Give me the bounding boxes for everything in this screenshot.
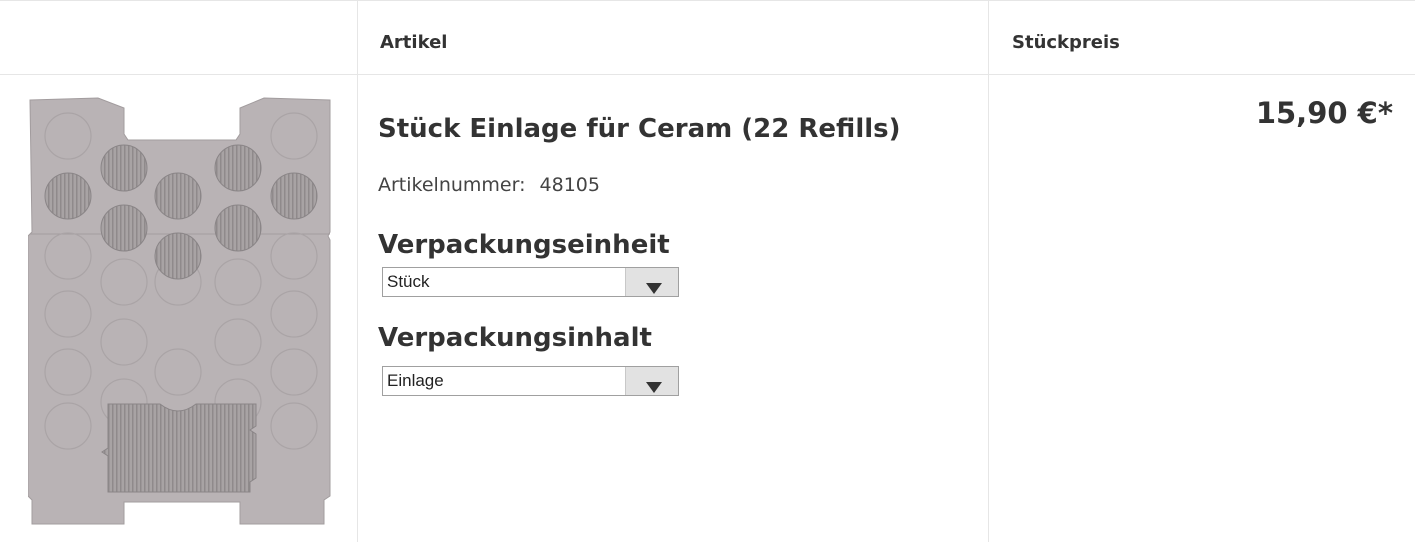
chevron-down-icon: [646, 382, 662, 393]
product-title[interactable]: Stück Einlage für Ceram (22 Refills): [378, 114, 901, 144]
column-divider-1: [357, 0, 358, 542]
header-divider: [0, 74, 1415, 75]
table-top-border: [0, 0, 1415, 1]
column-header-article: Artikel: [380, 32, 448, 53]
packaging-unit-selected-value: Stück: [387, 272, 430, 291]
unit-price: 15,90 €*: [1255, 96, 1393, 130]
chevron-down-icon: [646, 283, 662, 294]
packaging-content-selected-value: Einlage: [387, 371, 444, 390]
packaging-unit-dropdown-button[interactable]: [625, 268, 678, 296]
packaging-unit-label: Verpackungseinheit: [378, 230, 670, 260]
packaging-content-select[interactable]: Einlage: [382, 366, 679, 396]
column-header-unit-price: Stückpreis: [1012, 32, 1120, 53]
column-divider-2: [988, 0, 989, 542]
packaging-content-dropdown-button[interactable]: [625, 367, 678, 395]
packaging-content-label: Verpackungsinhalt: [378, 323, 652, 353]
article-number-label: Artikelnummer:: [378, 174, 526, 196]
product-table: Artikel Stückpreis Stück Einlage für Cer…: [0, 0, 1415, 542]
packaging-unit-select[interactable]: Stück: [382, 267, 679, 297]
product-image[interactable]: [27, 96, 336, 526]
article-number-value: 48105: [539, 174, 600, 196]
refill-insert-tray-image: [27, 97, 331, 525]
article-number: Artikelnummer: 48105: [378, 174, 600, 196]
